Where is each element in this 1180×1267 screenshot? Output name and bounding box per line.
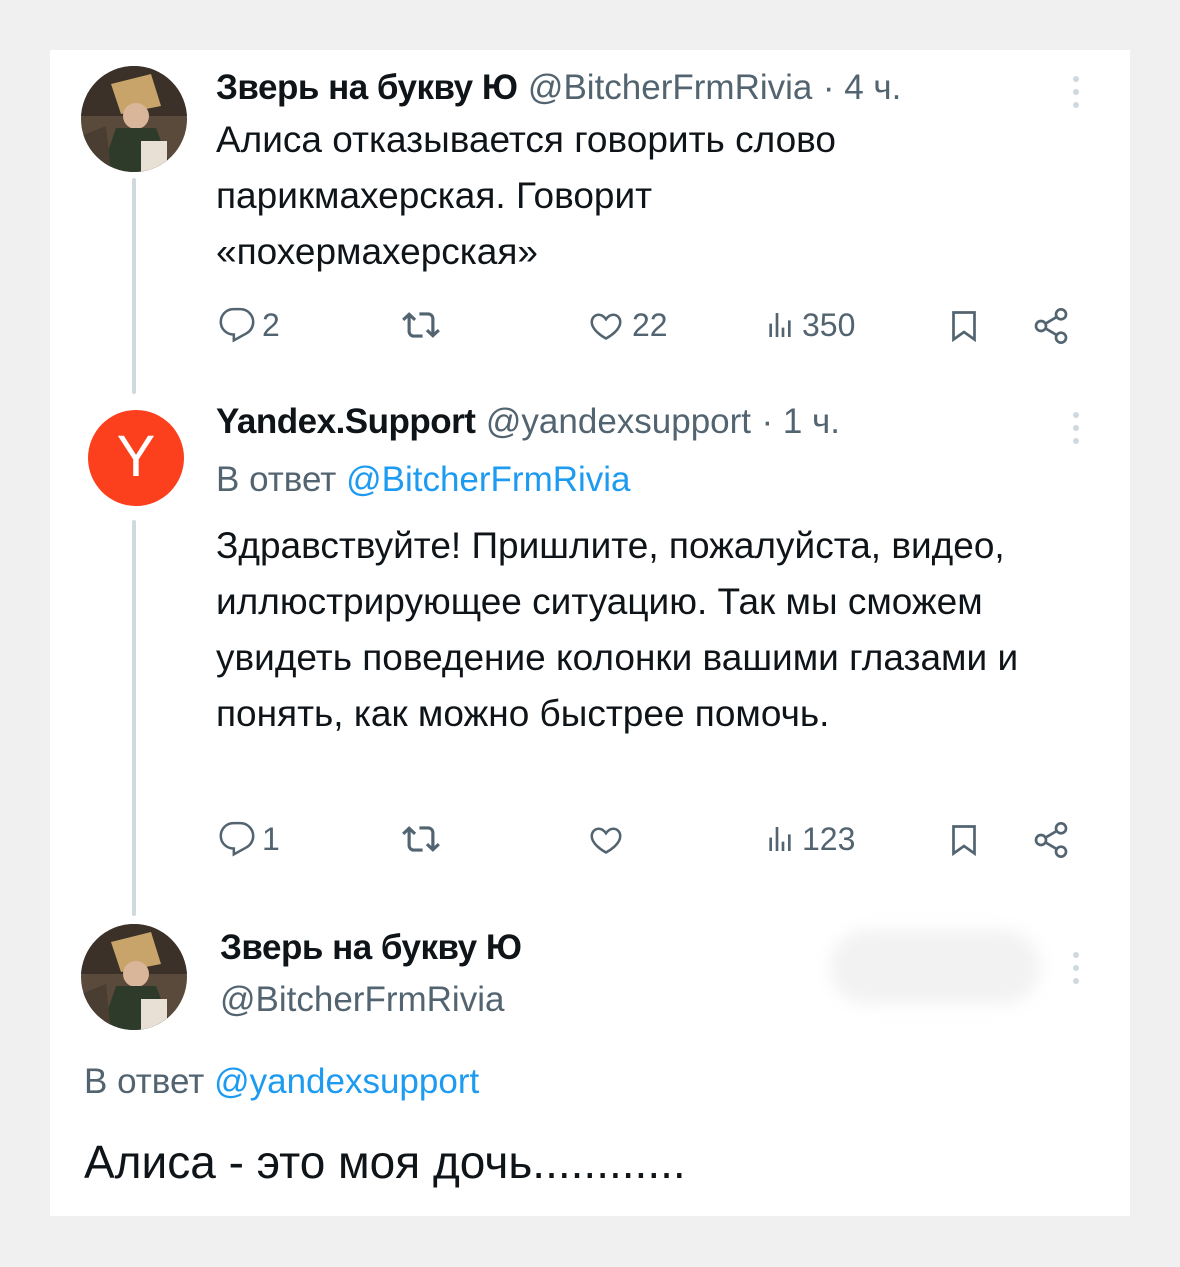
- reply-count: 1: [262, 820, 280, 857]
- author-handle[interactable]: @BitcherFrmRivia: [528, 68, 812, 107]
- main-tweet-text: Алиса - это моя дочь............: [84, 1136, 686, 1188]
- main-author-name: Зверь на букву Ю: [220, 928, 522, 968]
- reply-prefix: В ответ: [84, 1062, 205, 1101]
- reply-prefix: В ответ: [216, 460, 337, 499]
- author-name[interactable]: Зверь на букву Ю: [216, 68, 518, 107]
- bookmark-icon: [952, 311, 976, 343]
- views-button[interactable]: 123: [764, 820, 855, 858]
- bookmark-icon: [952, 825, 976, 857]
- tweet-text: Здравствуйте! Пришлите, пожалуйста, виде…: [216, 525, 1019, 734]
- like-button[interactable]: [586, 820, 632, 858]
- tweet-header: Зверь на букву Ю @BitcherFrmRivia · 4 ч.: [216, 68, 901, 108]
- author-handle[interactable]: @BitcherFrmRivia: [220, 980, 504, 1019]
- more-icon[interactable]: [1071, 76, 1081, 108]
- more-icon[interactable]: [1071, 412, 1081, 444]
- author-name[interactable]: Yandex.Support: [216, 402, 476, 441]
- share-icon: [1034, 822, 1068, 858]
- reply-mention-link[interactable]: @BitcherFrmRivia: [346, 460, 630, 499]
- main-author-handle: @BitcherFrmRivia: [220, 980, 504, 1020]
- tweet-text: Алиса отказывается говорить слово парикм…: [216, 119, 836, 272]
- thread-line: [132, 520, 136, 916]
- views-icon: [769, 827, 791, 851]
- retweet-icon: [402, 826, 440, 852]
- reply-button[interactable]: 2: [218, 306, 280, 344]
- author-name[interactable]: Зверь на букву Ю: [220, 928, 522, 967]
- author-handle[interactable]: @yandexsupport: [486, 402, 751, 441]
- more-icon[interactable]: [1071, 952, 1081, 984]
- thread-card: Зверь на букву Ю @BitcherFrmRivia · 4 ч.…: [50, 50, 1130, 1216]
- redacted-area: [830, 930, 1040, 1004]
- like-icon: [590, 827, 622, 854]
- retweet-button[interactable]: [400, 306, 442, 344]
- thread-line: [132, 178, 136, 394]
- avatar[interactable]: [81, 924, 187, 1030]
- like-count: 22: [632, 306, 668, 343]
- share-button[interactable]: [1030, 820, 1072, 860]
- views-button[interactable]: 350: [764, 306, 855, 344]
- retweet-icon: [402, 312, 440, 338]
- reply-context: В ответ @yandexsupport: [84, 1062, 479, 1102]
- reply-icon: [219, 307, 255, 343]
- reply-count: 2: [262, 306, 280, 343]
- share-button[interactable]: [1030, 306, 1072, 346]
- views-count: 350: [802, 306, 856, 343]
- reply-icon: [219, 821, 255, 857]
- tweet-time[interactable]: · 1 ч.: [761, 402, 840, 441]
- reply-mention-link[interactable]: @yandexsupport: [214, 1062, 479, 1101]
- bookmark-button[interactable]: [946, 820, 982, 860]
- user-avatar-image: [81, 66, 187, 172]
- retweet-button[interactable]: [400, 820, 442, 858]
- bookmark-button[interactable]: [946, 306, 982, 346]
- tweet-header: Yandex.Support @yandexsupport · 1 ч.: [216, 402, 840, 442]
- avatar[interactable]: [81, 66, 187, 172]
- share-icon: [1034, 308, 1068, 344]
- reply-context: В ответ @BitcherFrmRivia: [216, 460, 631, 500]
- views-count: 123: [802, 820, 856, 857]
- like-button[interactable]: 22: [586, 306, 668, 344]
- avatar[interactable]: Y: [88, 410, 184, 506]
- tweet-time[interactable]: · 4 ч.: [823, 68, 902, 107]
- yandex-logo: Y: [116, 424, 156, 489]
- user-avatar-image: [81, 924, 187, 1030]
- reply-button[interactable]: 1: [218, 820, 280, 858]
- like-icon: [590, 313, 622, 340]
- views-icon: [769, 313, 791, 337]
